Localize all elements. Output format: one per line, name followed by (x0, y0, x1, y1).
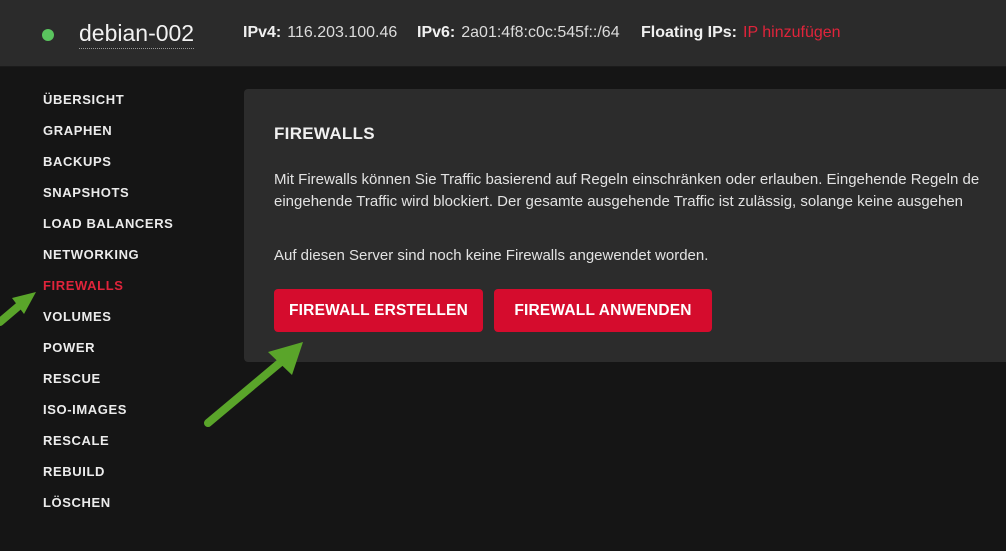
sidebar-item-backups[interactable]: BACKUPS (43, 154, 173, 185)
sidebar-item-power[interactable]: POWER (43, 340, 173, 371)
sidebar-item-volumes[interactable]: VOLUMES (43, 309, 173, 340)
description-line-1: Mit Firewalls können Sie Traffic basiere… (274, 171, 980, 188)
sidebar-item-loeschen[interactable]: LÖSCHEN (43, 495, 173, 526)
sidebar-item-rescale[interactable]: RESCALE (43, 433, 173, 464)
sidebar-item-load-balancers[interactable]: LOAD BALANCERS (43, 216, 173, 247)
sidebar-item-firewalls[interactable]: FIREWALLS (43, 278, 173, 309)
add-ip-link[interactable]: IP hinzufügen (743, 24, 841, 41)
ipv6-value: 2a01:4f8:c0c:545f::/64 (461, 24, 620, 41)
ipv4-label: IPv4: (243, 24, 282, 41)
sidebar-item-uebersicht[interactable]: ÜBERSICHT (43, 92, 173, 123)
sidebar-item-graphen[interactable]: GRAPHEN (43, 123, 173, 154)
panel-title: FIREWALLS (274, 124, 375, 143)
create-firewall-button[interactable]: FIREWALL ERSTELLEN (274, 289, 483, 332)
sidebar-item-rescue[interactable]: RESCUE (43, 371, 173, 402)
floating-ips-info: Floating IPs: IP hinzufügen (641, 24, 841, 42)
sidebar-item-snapshots[interactable]: SNAPSHOTS (43, 185, 173, 216)
apply-firewall-button[interactable]: FIREWALL ANWENDEN (494, 289, 712, 332)
sidebar-item-rebuild[interactable]: REBUILD (43, 464, 173, 495)
server-name[interactable]: debian-002 (79, 19, 195, 49)
ipv6-label: IPv6: (417, 24, 456, 41)
annotation-arrow-sidebar (0, 292, 36, 326)
firewalls-panel: FIREWALLS Mit Firewalls können Sie Traff… (244, 89, 1006, 362)
server-header: debian-002 IPv4: 116.203.100.46 IPv6: 2a01… (0, 0, 1006, 67)
floating-ips-label: Floating IPs: (641, 24, 737, 41)
ipv4-info: IPv4: 116.203.100.46 (243, 24, 397, 42)
ipv4-value: 116.203.100.46 (287, 24, 398, 41)
server-sidebar: ÜBERSICHT GRAPHEN BACKUPS SNAPSHOTS LOAD… (43, 92, 173, 526)
sidebar-item-iso-images[interactable]: ISO-IMAGES (43, 402, 173, 433)
empty-state-text: Auf diesen Server sind noch keine Firewa… (274, 247, 709, 264)
sidebar-item-networking[interactable]: NETWORKING (43, 247, 173, 278)
ipv6-info: IPv6: 2a01:4f8:c0c:545f::/64 (417, 24, 620, 42)
panel-description: Mit Firewalls können Sie Traffic basiere… (274, 169, 1006, 213)
description-line-2: eingehende Traffic wird blockiert. Der g… (274, 193, 964, 210)
status-indicator (42, 29, 54, 41)
